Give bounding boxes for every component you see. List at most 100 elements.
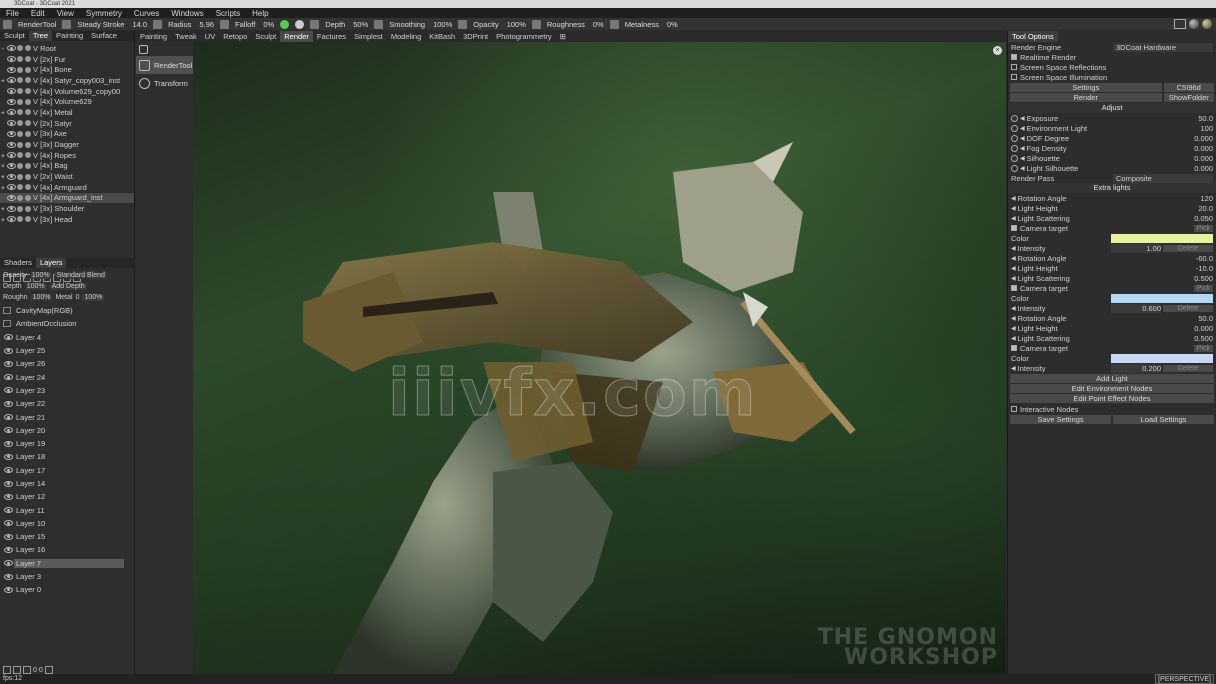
layer-rough-value[interactable]: 100% bbox=[30, 293, 53, 301]
layer-row[interactable]: Layer 11 bbox=[0, 503, 135, 516]
viewport-close-icon[interactable]: × bbox=[993, 46, 1002, 55]
layer-row[interactable]: Layer 14 bbox=[0, 477, 135, 490]
ghost-toggle-icon[interactable] bbox=[17, 98, 23, 105]
steady-stroke-label[interactable]: Steady Stroke bbox=[77, 20, 124, 29]
light-color-swatch[interactable] bbox=[1111, 293, 1213, 303]
room-tab[interactable]: Tweak bbox=[171, 31, 201, 42]
slider-arrow-left-icon[interactable]: ◀ bbox=[1011, 215, 1016, 222]
ghost-toggle-icon[interactable] bbox=[17, 184, 23, 191]
tree-item[interactable]: V [4x] Volume629 bbox=[0, 96, 134, 107]
layer-row[interactable]: Layer 4 bbox=[0, 331, 135, 344]
steady-stroke-checkbox-icon[interactable] bbox=[62, 19, 72, 29]
light-color-swatch[interactable] bbox=[1111, 233, 1213, 243]
slider-arrow-left-icon[interactable]: ◀ bbox=[1011, 265, 1016, 272]
intensity-row[interactable]: ◀ Intensity 1.00 Delete bbox=[1008, 243, 1216, 253]
search-icon[interactable] bbox=[220, 19, 230, 29]
tool-render[interactable]: RenderTool bbox=[136, 56, 193, 74]
ghost-toggle-icon[interactable] bbox=[17, 194, 23, 201]
ghost-toggle-icon[interactable] bbox=[17, 77, 23, 84]
menu-view[interactable]: View bbox=[51, 9, 80, 18]
opacity-icon[interactable] bbox=[458, 19, 468, 29]
visibility-eye-icon[interactable] bbox=[7, 66, 16, 73]
slider-arrow-left-icon[interactable]: ◀ bbox=[1020, 165, 1025, 172]
rotation-angle-slider-value[interactable]: -60.0 bbox=[1163, 254, 1213, 263]
layer-visibility-eye-icon[interactable] bbox=[4, 400, 13, 407]
layer-visibility-eye-icon[interactable] bbox=[4, 573, 13, 580]
roughness-value[interactable]: 0% bbox=[593, 20, 604, 29]
slider-arrow-left-icon[interactable]: ◀ bbox=[1020, 135, 1025, 142]
lock-toggle-icon[interactable] bbox=[25, 173, 31, 180]
slider-arrow-left-icon[interactable]: ◀ bbox=[1011, 195, 1016, 202]
layer-row[interactable]: Layer 22 bbox=[0, 397, 135, 410]
menu-curves[interactable]: Curves bbox=[128, 9, 165, 18]
smoothing-label[interactable]: Smoothing bbox=[389, 20, 425, 29]
layer-visibility-eye-icon[interactable] bbox=[4, 546, 13, 553]
metalness-value[interactable]: 0% bbox=[667, 20, 678, 29]
tree-item[interactable]: + V [4x] Satyr_copy003_inst bbox=[0, 75, 134, 86]
intensity-row[interactable]: ◀ Intensity 0.200 Delete bbox=[1008, 363, 1216, 373]
settings-preset-field[interactable]: C5I96d bbox=[1163, 83, 1214, 92]
realtime-render-row[interactable]: Realtime Render bbox=[1008, 52, 1216, 62]
add-light-button[interactable]: Add Light bbox=[1010, 374, 1214, 383]
layer-row[interactable]: Layer 10 bbox=[0, 517, 135, 530]
slider-arrow-left-icon[interactable]: ◀ bbox=[1011, 365, 1016, 372]
green-dot-icon[interactable] bbox=[280, 19, 290, 29]
menu-symmetry[interactable]: Symmetry bbox=[80, 9, 128, 18]
expand-toggle-icon[interactable]: + bbox=[0, 161, 6, 170]
tree-item[interactable]: V [3x] Axe bbox=[0, 129, 134, 140]
camera-target-checkbox[interactable] bbox=[1011, 285, 1017, 291]
layer-visibility-eye-icon[interactable] bbox=[4, 467, 13, 474]
lock-toggle-icon[interactable] bbox=[25, 56, 31, 63]
room-tab[interactable]: Modeling bbox=[387, 31, 425, 42]
lock-toggle-icon[interactable] bbox=[25, 141, 31, 148]
material-ball-icon[interactable] bbox=[1202, 19, 1212, 29]
room-tab[interactable]: Render bbox=[280, 31, 313, 42]
lock-toggle-icon[interactable] bbox=[25, 216, 31, 223]
light-height-slider-value[interactable]: 0.000 bbox=[1163, 324, 1213, 333]
layer-visibility-eye-icon[interactable] bbox=[4, 493, 13, 500]
realtime-render-checkbox[interactable] bbox=[1011, 54, 1017, 60]
menu-windows[interactable]: Windows bbox=[165, 9, 209, 18]
layer-row[interactable]: Layer 26 bbox=[0, 357, 135, 370]
tree-item[interactable]: + V [4x] Armguard bbox=[0, 182, 134, 193]
ghost-toggle-icon[interactable] bbox=[17, 205, 23, 212]
ssr-checkbox[interactable] bbox=[1011, 64, 1017, 70]
room-tab[interactable]: Simplest bbox=[350, 31, 387, 42]
visibility-eye-icon[interactable] bbox=[7, 152, 16, 159]
metalness-icon[interactable] bbox=[609, 19, 619, 29]
slider-arrow-left-icon[interactable]: ◀ bbox=[1011, 275, 1016, 282]
visibility-eye-icon[interactable] bbox=[7, 173, 16, 180]
intensity-value[interactable]: 0.200 bbox=[1111, 363, 1161, 373]
depth-label[interactable]: Depth bbox=[325, 20, 345, 29]
radius-label[interactable]: Radius bbox=[168, 20, 191, 29]
lock-toggle-icon[interactable] bbox=[25, 66, 31, 73]
lock-toggle-icon[interactable] bbox=[25, 88, 31, 95]
slider-arrow-left-icon[interactable]: ◀ bbox=[1020, 115, 1025, 122]
lock-toggle-icon[interactable] bbox=[25, 45, 31, 52]
save-settings-button[interactable]: Save Settings bbox=[1010, 415, 1111, 424]
visibility-eye-icon[interactable] bbox=[7, 109, 16, 116]
lock-toggle-icon[interactable] bbox=[25, 194, 31, 201]
ghost-toggle-icon[interactable] bbox=[17, 141, 23, 148]
camera-target-row[interactable]: Camera target Pick bbox=[1008, 343, 1216, 353]
tree-item[interactable]: - V Root bbox=[0, 43, 134, 54]
tab-sculpt[interactable]: Sculpt bbox=[0, 31, 29, 41]
tree-item[interactable]: + V [3x] Head bbox=[0, 214, 134, 225]
layer-visibility-eye-icon[interactable] bbox=[4, 453, 13, 460]
visibility-eye-icon[interactable] bbox=[7, 141, 16, 148]
tree-item[interactable]: + V [4x] Ropes bbox=[0, 150, 134, 161]
light-scattering-slider-value[interactable]: 0.050 bbox=[1163, 214, 1213, 223]
layer-lock-icon[interactable] bbox=[3, 307, 11, 315]
layer-visibility-eye-icon[interactable] bbox=[4, 586, 13, 593]
delete-light-button[interactable]: Delete bbox=[1163, 304, 1213, 312]
layer-row[interactable]: Layer 16 bbox=[0, 543, 135, 556]
ghost-toggle-icon[interactable] bbox=[17, 109, 23, 116]
pick-button[interactable]: Pick bbox=[1193, 284, 1213, 292]
text-tool-icon[interactable] bbox=[139, 44, 148, 54]
steady-stroke-value[interactable]: 14.0 bbox=[132, 20, 147, 29]
expand-toggle-icon[interactable]: - bbox=[0, 44, 6, 53]
adjust-row[interactable]: ◀ DOF Degree 0.000 bbox=[1008, 133, 1216, 143]
projection-button[interactable]: [PERSPECTIVE] bbox=[1155, 674, 1214, 684]
render-pass-select[interactable]: Composite bbox=[1113, 173, 1213, 183]
lock-toggle-icon[interactable] bbox=[25, 77, 31, 84]
